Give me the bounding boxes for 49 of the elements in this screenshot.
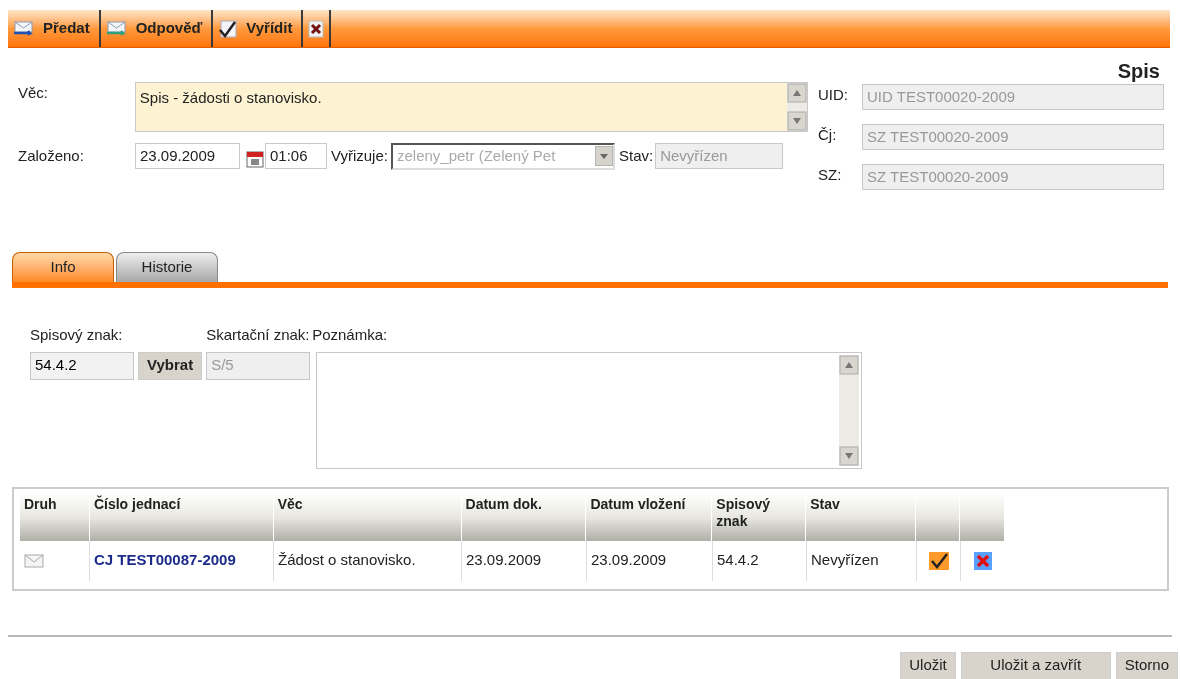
delete-icon[interactable] xyxy=(973,550,993,571)
field-label: Spisový znak: xyxy=(30,325,124,345)
field-label: Stav: xyxy=(618,145,654,166)
table-cell-text: Žádost o stanovisko. xyxy=(278,550,416,571)
table-cell-text: 23.09.2009 xyxy=(466,550,542,571)
column-header: Spisový znak xyxy=(716,495,771,530)
column-header: Věc xyxy=(277,495,304,513)
toolbar-button[interactable]: Odpověď xyxy=(100,10,214,47)
checkmark-icon[interactable] xyxy=(927,550,950,571)
column-header: Stav xyxy=(810,495,841,513)
scrollbar[interactable] xyxy=(839,354,860,466)
tab[interactable]: Info xyxy=(12,252,114,282)
footer-button[interactable]: Uložit xyxy=(900,651,956,679)
calendar-icon[interactable] xyxy=(246,150,264,168)
table-cell-text: 54.4.2 xyxy=(717,550,759,571)
date-field[interactable]: 23.09.2009 xyxy=(135,143,240,169)
file-mark-field[interactable]: 54.4.2 xyxy=(30,351,134,380)
tab[interactable]: Historie xyxy=(116,252,218,282)
envelope-arrow-icon xyxy=(105,20,128,37)
reference-link[interactable]: CJ TEST00087-2009 xyxy=(94,549,236,572)
envelope-arrow-icon xyxy=(13,20,35,37)
field-label: UID: xyxy=(818,85,849,105)
field-label: Založeno: xyxy=(18,145,85,166)
footer-button[interactable]: Uložit a zavřít xyxy=(960,651,1111,679)
close-icon xyxy=(308,19,325,38)
subject-text: Spis - žádosti o stanovisko. xyxy=(138,88,323,108)
toolbar-button[interactable]: Vyřídit xyxy=(213,10,304,47)
field-label: Věc: xyxy=(18,83,49,103)
scrollbar[interactable] xyxy=(787,83,807,131)
field-label: Poznámka: xyxy=(312,325,389,345)
table-cell-text: Nevyřízen xyxy=(811,550,879,571)
toolbar-button[interactable]: Předat xyxy=(8,10,101,47)
select-button[interactable]: Vybrat xyxy=(138,351,203,380)
table-cell-text: 23.09.2009 xyxy=(591,550,667,571)
footer-button[interactable]: Storno xyxy=(1115,651,1178,679)
column-header: Druh xyxy=(24,495,58,513)
dropdown-arrow-icon xyxy=(594,146,613,166)
time-field[interactable]: 01:06 xyxy=(265,143,327,169)
column-header: Datum vložení xyxy=(590,495,687,513)
column-header: Číslo jednací xyxy=(93,495,182,513)
field-label: Vyřizuje: xyxy=(331,145,388,166)
envelope-icon xyxy=(24,553,44,568)
page-title: Spis xyxy=(1117,59,1160,80)
column-header: Datum dok. xyxy=(465,495,543,513)
checkmark-icon xyxy=(218,19,239,38)
subject-textarea[interactable]: Spis - žádosti o stanovisko. xyxy=(134,82,808,132)
field-label: SZ: xyxy=(818,165,843,185)
field-label: Skartační znak: xyxy=(206,325,311,345)
field-label: Čj: xyxy=(818,125,838,145)
